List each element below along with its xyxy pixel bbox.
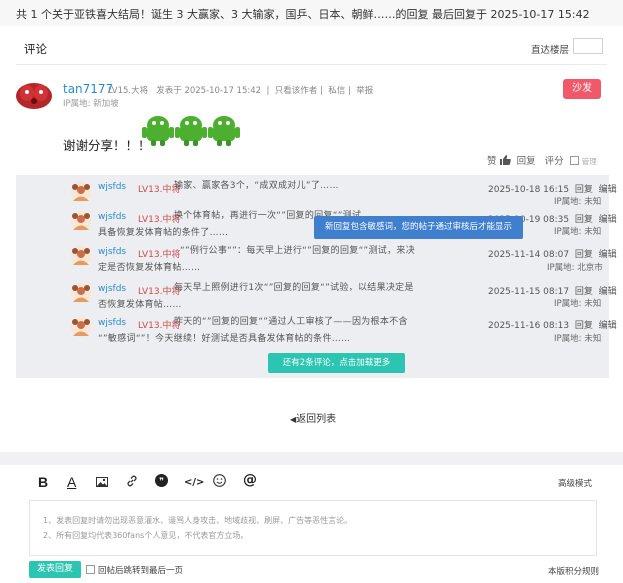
reply-edit-link[interactable]: 编辑	[599, 185, 617, 195]
jump-last-page-label: 回帖后跳转到最后一页	[98, 566, 184, 576]
reply-textarea[interactable]	[29, 500, 597, 556]
mention-icon[interactable]: @	[243, 472, 257, 488]
author-meta: LV15.大将 发表于 2025-10-17 15:42 | 只看该作者 | 私…	[108, 86, 374, 96]
jump-last-page-checkbox[interactable]	[86, 565, 95, 574]
manage-checkbox[interactable]	[569, 156, 579, 165]
font-color-icon[interactable]: A	[67, 474, 76, 490]
author-level: LV15.大将	[108, 86, 149, 96]
reply-text: 昨天的“”回复的回复“”通过人工审核了——因为根本不含	[174, 317, 408, 327]
thread-title: 共 1 个关于亚铁喜大结局！诞生 3 大赢家、3 大输家，国乒、日本、朝鲜……的…	[16, 8, 590, 21]
reply-avatar[interactable]	[70, 282, 92, 304]
image-icon[interactable]	[96, 477, 108, 487]
reply-text: “”例行公事“”：每天早上进行“”回复的回复“”测试，来决	[180, 246, 416, 256]
link-icon[interactable]	[126, 475, 138, 487]
reply-meta: 2025-10-18 16:15 回复 编辑	[488, 182, 617, 195]
reply-username[interactable]: wjsfds	[98, 182, 126, 192]
reply-text: 每天早上照例进行1次“”回复的回复“”试验，以结果决定是	[174, 283, 414, 293]
editor-hint: 2、所有回复均代表360fans个人意见，不代表官方立场。	[43, 531, 249, 540]
reply-ip: IP属地: 未知	[554, 227, 602, 237]
thumbs-up-icon[interactable]	[499, 155, 511, 165]
reply-time: 2025-11-14 08:07	[488, 250, 570, 260]
sofa-badge[interactable]: 沙发	[563, 79, 601, 99]
only-author-link[interactable]: 只看该作者	[275, 86, 318, 96]
reply-ip: IP属地: 北京市	[547, 263, 603, 273]
reply-time: 2025-11-15 08:17	[488, 287, 570, 297]
reply-username[interactable]: wjsfds	[98, 284, 126, 294]
author-name[interactable]: tan7177	[63, 82, 113, 96]
reply-avatar[interactable]	[70, 245, 92, 267]
reply-avatar[interactable]	[70, 316, 92, 338]
quote-icon[interactable]: ❞	[155, 474, 168, 487]
reply-text: 否恢复发体育帖……	[98, 300, 182, 310]
reply-level: LV13.中将	[138, 250, 181, 260]
rate-link[interactable]: 评分	[545, 156, 564, 167]
android-emoji-icon	[175, 116, 207, 146]
reply-meta: 2025-11-16 08:13 回复 编辑	[488, 318, 617, 331]
author-avatar[interactable]	[15, 80, 53, 110]
report-link[interactable]: 举报	[356, 86, 373, 96]
thread-title-bar: 共 1 个关于亚铁喜大结局！诞生 3 大赢家、3 大输家，国乒、日本、朝鲜……的…	[0, 0, 623, 26]
manage-label: 管理	[581, 157, 597, 166]
reply-edit-link[interactable]: 编辑	[599, 287, 617, 297]
like-label[interactable]: 赞	[487, 156, 497, 167]
reply-time: 2025-10-18 16:15	[488, 185, 570, 195]
reply-time: 2025-11-16 08:13	[488, 321, 570, 331]
back-label: 返回列表	[296, 414, 337, 425]
reply-edit-link[interactable]: 编辑	[599, 321, 617, 331]
reply-text: 定是否恢复发体育帖……	[98, 263, 201, 273]
jump-floor-label: 直达楼层	[531, 45, 570, 56]
post-actions: 赞 回复 评分 管理	[487, 153, 597, 167]
reply-link[interactable]: 回复	[517, 156, 536, 167]
reply-meta: 2025-11-15 08:17 回复 编辑	[488, 284, 617, 297]
reply-edit-link[interactable]: 编辑	[599, 250, 617, 260]
reply-text: 具备恢复发体育帖的条件了……	[98, 228, 229, 238]
reply-text: “”敏感词“”！今天继续！好测试是否具备发体育帖的条件……	[98, 334, 351, 344]
send-reply-button[interactable]: 发表回复	[29, 561, 81, 578]
post-time: 发表于 2025-10-17 15:42	[156, 86, 262, 96]
reply-reply-link[interactable]: 回复	[575, 215, 593, 225]
reply-ip: IP属地: 未知	[554, 197, 602, 207]
reply-reply-link[interactable]: 回复	[575, 287, 593, 297]
reply-text: 输家、赢家各3个，“成双成对儿”了……	[174, 181, 339, 191]
reply-reply-link[interactable]: 回复	[575, 185, 593, 195]
author-ip: IP属地: 新加坡	[63, 99, 119, 109]
reply-reply-link[interactable]: 回复	[575, 250, 593, 260]
reply-meta: 2025-11-14 08:07 回复 编辑	[488, 247, 617, 260]
reply-ip: IP属地: 未知	[554, 334, 602, 344]
android-emoji-icon	[208, 116, 240, 146]
android-emoji-icon	[142, 116, 174, 146]
post-content: 谢谢分享！！！	[63, 138, 151, 153]
reply-username[interactable]: wjsfds	[98, 247, 126, 257]
rules-link[interactable]: 本版积分规则	[548, 565, 599, 577]
reply-edit-link[interactable]: 编辑	[599, 215, 617, 225]
code-icon[interactable]: </>	[184, 477, 204, 488]
sensitive-word-toast: 新回复包含敏感词，您的帖子通过审核后才能显示	[314, 216, 523, 239]
jump-floor-input[interactable]	[573, 38, 603, 54]
reply-username[interactable]: wjsfds	[98, 318, 126, 328]
editor-hint: 1、发表回复时请勿出现恶意灌水、谩骂人身攻击、地域歧视、刷屏、广告等恶性言论。	[43, 516, 353, 525]
divider	[16, 64, 607, 65]
bold-icon[interactable]: B	[38, 474, 48, 490]
load-more-button[interactable]: 还有2条评论，点击加载更多	[268, 353, 405, 373]
reply-ip: IP属地: 未知	[554, 299, 602, 309]
svg-text:❞: ❞	[159, 477, 164, 487]
reply-reply-link[interactable]: 回复	[575, 321, 593, 331]
advanced-mode-link[interactable]: 高级模式	[558, 477, 592, 489]
back-to-list-link[interactable]: ◀返回列表	[290, 410, 336, 425]
reply-avatar[interactable]	[70, 210, 92, 232]
message-link[interactable]: 私信	[328, 86, 345, 96]
smiley-icon[interactable]	[213, 474, 226, 487]
section-title: 评论	[24, 42, 47, 56]
reply-username[interactable]: wjsfds	[98, 212, 126, 222]
reply-avatar[interactable]	[70, 181, 92, 203]
